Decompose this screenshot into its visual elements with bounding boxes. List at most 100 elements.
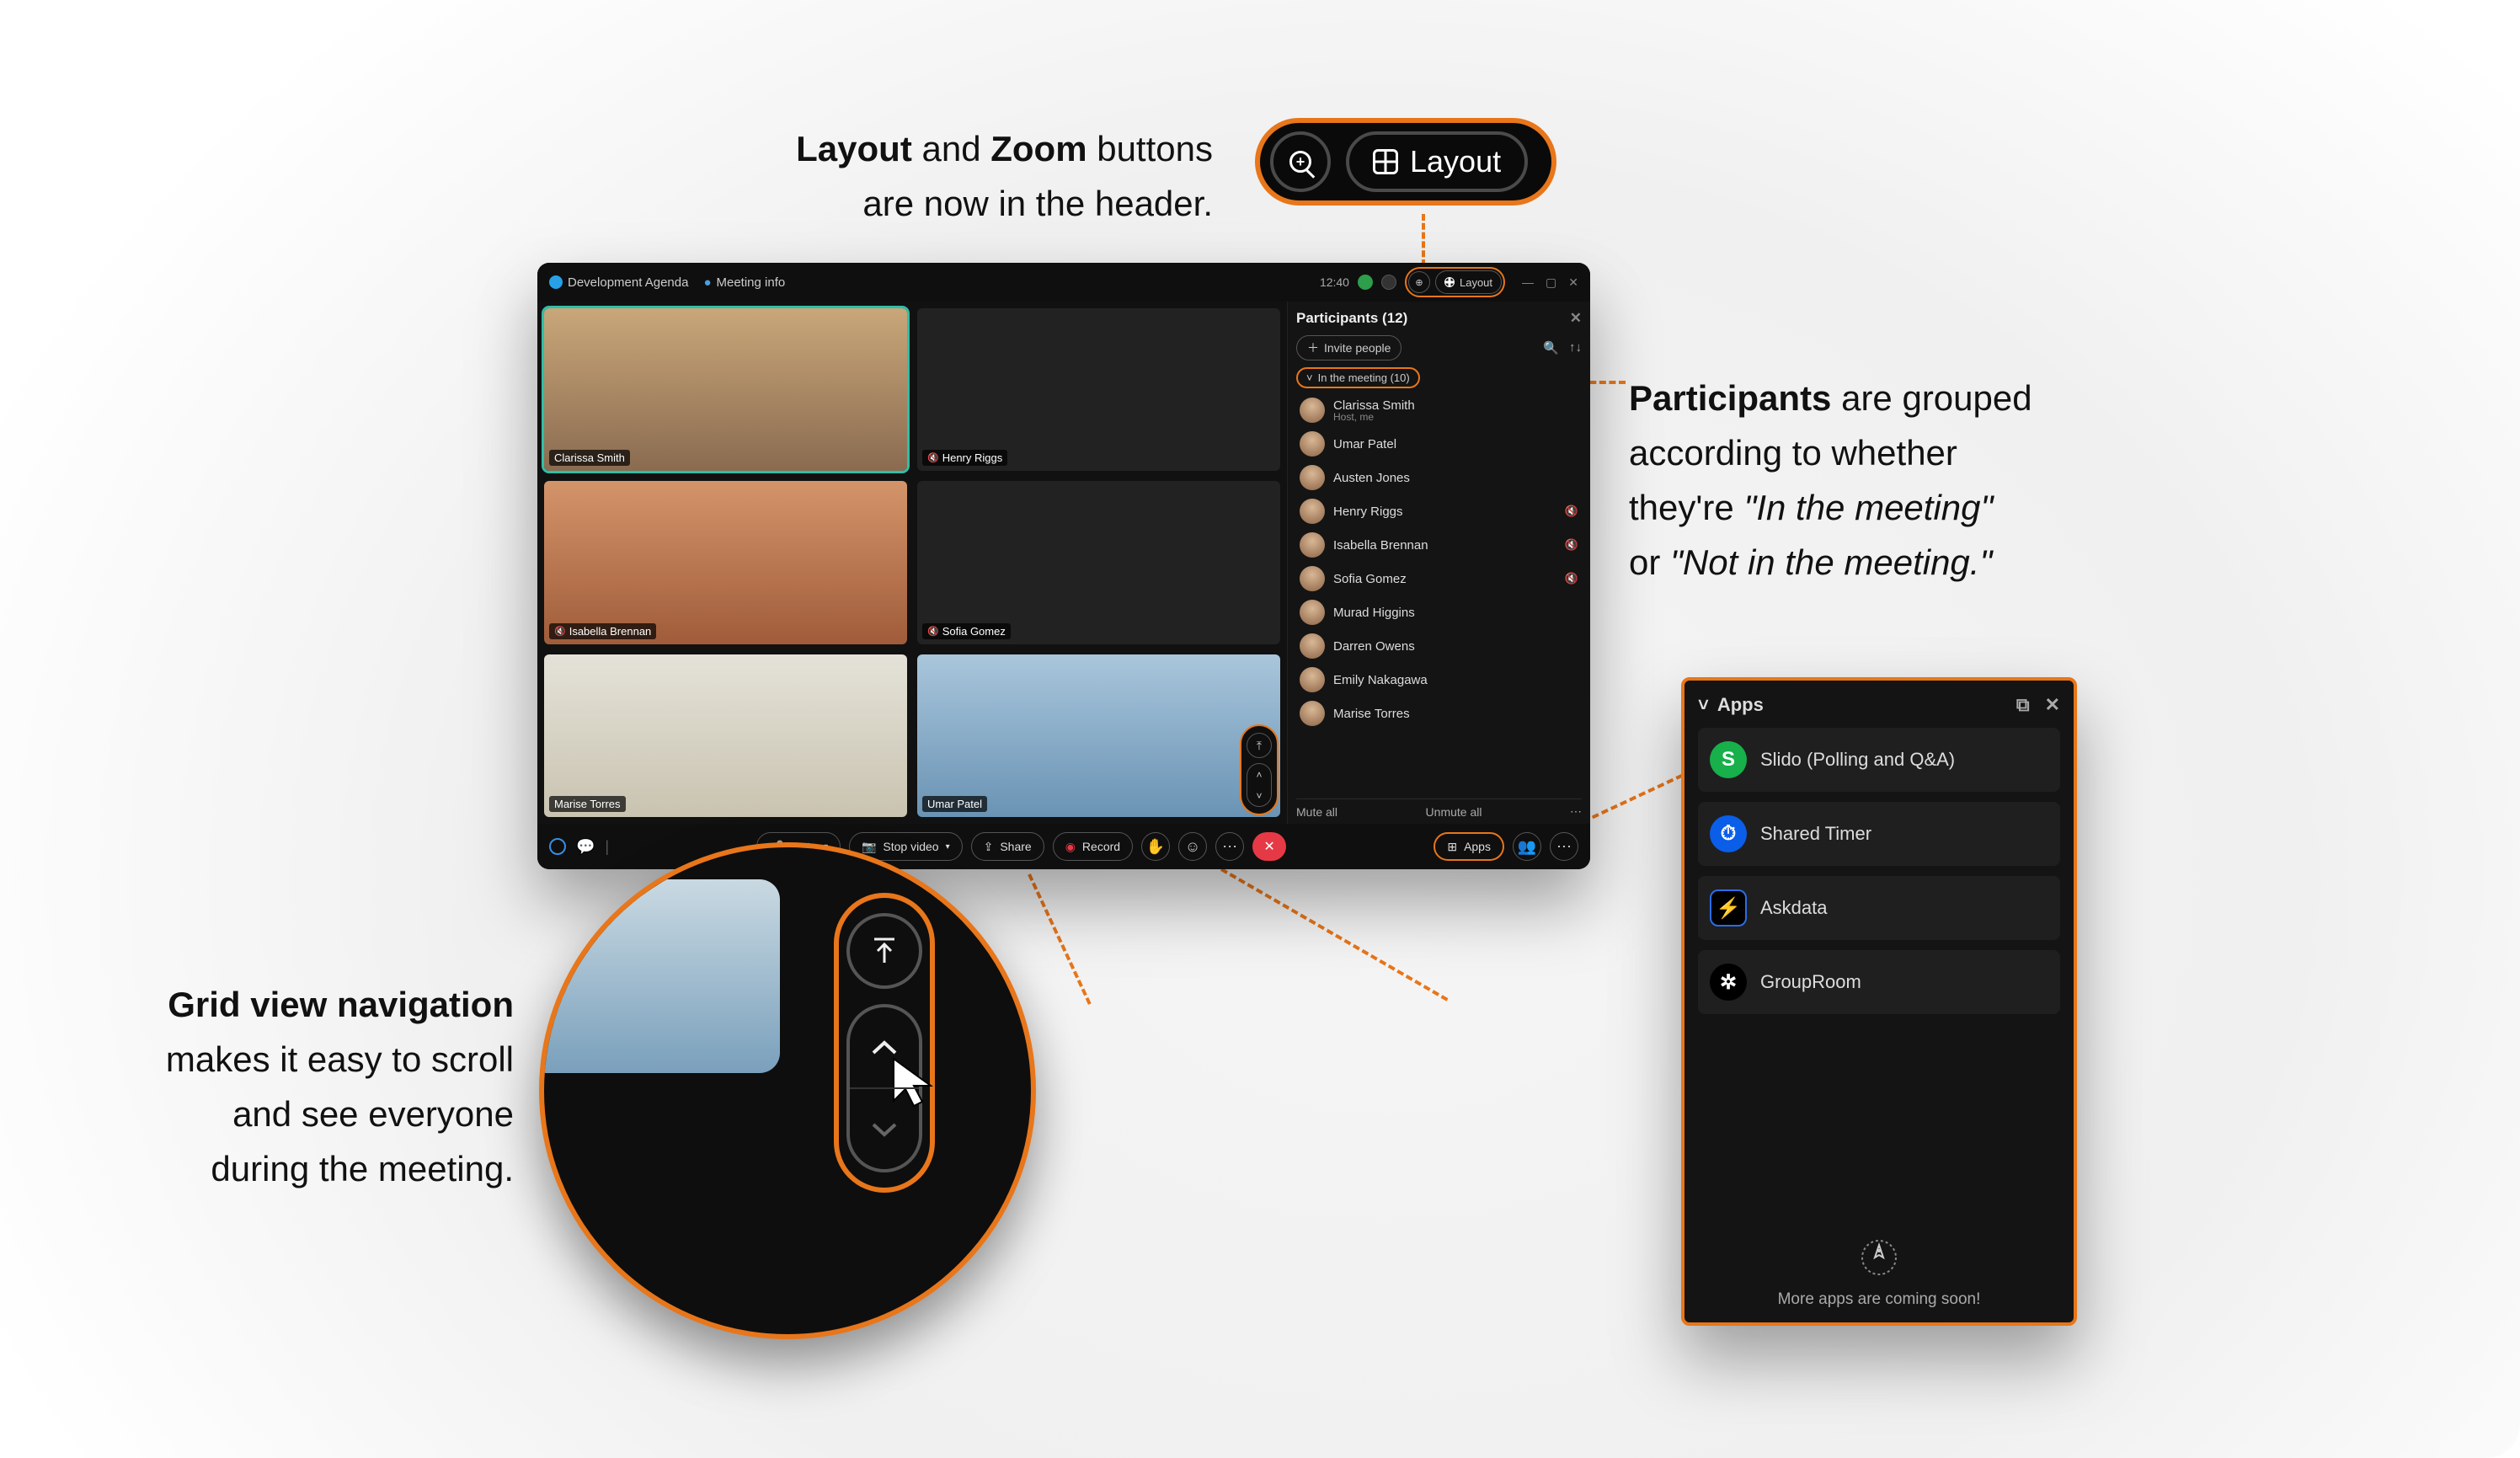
grid-nav-top-button[interactable]: ⤒ bbox=[1247, 733, 1272, 758]
muted-icon: 🔇 bbox=[1565, 505, 1578, 518]
app-item-label: Askdata bbox=[1760, 897, 1828, 919]
participant-row[interactable]: Henry Riggs🔇 bbox=[1296, 494, 1582, 528]
participant-row[interactable]: Darren Owens bbox=[1296, 629, 1582, 663]
app-icon: ✲ bbox=[1710, 964, 1747, 1001]
layout-zoom-group: ⊕ Layout bbox=[1405, 267, 1505, 297]
participant-sublabel: Host, me bbox=[1333, 411, 1578, 423]
participant-row[interactable]: Austen Jones bbox=[1296, 461, 1582, 494]
minimize-icon[interactable]: — bbox=[1522, 275, 1534, 290]
annotation-participants: Participants are grouped according to wh… bbox=[1629, 371, 2202, 590]
avatar bbox=[1300, 398, 1325, 423]
in-meeting-group-header[interactable]: ˅In the meeting (10) bbox=[1296, 367, 1420, 388]
apps-panel-title: Apps bbox=[1717, 694, 1764, 716]
participants-toggle-button[interactable]: 👥 bbox=[1513, 832, 1541, 861]
layout-button-header[interactable]: Layout bbox=[1435, 270, 1502, 294]
layout-button[interactable]: Layout bbox=[1346, 131, 1528, 192]
apps-button[interactable]: ⊞Apps bbox=[1434, 832, 1504, 861]
grid-nav-down-button[interactable]: ˅ bbox=[1247, 785, 1271, 806]
reactions-button[interactable]: ☺ bbox=[1178, 832, 1207, 861]
hand-icon: ✋ bbox=[1146, 838, 1165, 856]
self-view-icon[interactable] bbox=[549, 838, 566, 855]
video-tile[interactable]: Umar Patel bbox=[917, 654, 1280, 817]
close-icon[interactable]: ✕ bbox=[1568, 275, 1578, 290]
zoom-in-button-header[interactable]: ⊕ bbox=[1408, 271, 1430, 293]
participant-name: Sofia Gomez bbox=[1333, 572, 1556, 586]
grid-nav-up-button[interactable]: ˄ bbox=[1247, 764, 1271, 785]
participant-row[interactable]: Sofia Gomez 🔇 bbox=[1296, 562, 1582, 595]
app-item[interactable]: ⏱ Shared Timer bbox=[1698, 802, 2060, 866]
muted-icon: 🔇 bbox=[554, 626, 566, 637]
grid-nav-down-button-enlarged[interactable] bbox=[850, 1087, 919, 1169]
participant-row[interactable]: Isabella Brennan🔇 bbox=[1296, 528, 1582, 562]
sort-participants-icon[interactable]: ↑↓ bbox=[1569, 340, 1582, 355]
video-tile[interactable]: 🔇Isabella Brennan bbox=[544, 481, 907, 644]
participant-name-tag: 🔇Henry Riggs bbox=[922, 450, 1007, 466]
record-button[interactable]: ◉Record bbox=[1053, 832, 1133, 861]
video-tile[interactable]: Marise Torres bbox=[544, 654, 907, 817]
zoom-in-button[interactable]: + bbox=[1270, 131, 1331, 192]
close-icon[interactable]: ✕ bbox=[2045, 694, 2060, 716]
participant-name-tag: Umar Patel bbox=[922, 796, 987, 812]
muted-icon: 🔇 bbox=[1565, 572, 1578, 585]
participants-more-icon[interactable]: ⋯ bbox=[1570, 804, 1582, 819]
avatar bbox=[1300, 633, 1325, 659]
meeting-window: Development Agenda ●Meeting info 12:40 ⊕… bbox=[537, 263, 1590, 869]
muted-icon: 🔇 bbox=[927, 626, 939, 637]
annotation-layout-zoom: Layout and Zoom buttons are now in the h… bbox=[707, 121, 1213, 231]
meeting-title[interactable]: Development Agenda bbox=[549, 275, 688, 290]
end-call-button[interactable]: ✕ bbox=[1252, 832, 1286, 861]
participant-row[interactable]: Marise Torres bbox=[1296, 697, 1582, 730]
encryption-icon bbox=[1381, 275, 1396, 290]
invite-people-button[interactable]: ＋Invite people bbox=[1296, 335, 1401, 360]
video-tile[interactable]: 🔇Henry Riggs bbox=[917, 308, 1280, 471]
app-logo-icon bbox=[549, 275, 563, 289]
app-icon: S bbox=[1710, 741, 1747, 778]
video-tile[interactable]: Clarissa Smith bbox=[544, 308, 907, 471]
magnifier-plus-icon: ⊕ bbox=[1415, 277, 1423, 288]
grid-nav-top-button-enlarged[interactable] bbox=[846, 913, 922, 989]
chat-icon[interactable]: 💬 bbox=[576, 838, 595, 856]
annotation-gridnav: Grid view navigation makes it easy to sc… bbox=[34, 977, 514, 1196]
participant-name-tag: 🔇Isabella Brennan bbox=[549, 623, 656, 639]
chevron-down-icon: ˅ bbox=[1306, 371, 1313, 384]
avatar bbox=[1300, 667, 1325, 692]
unmute-all-button[interactable]: Unmute all bbox=[1426, 805, 1482, 819]
meeting-info-button[interactable]: ●Meeting info bbox=[703, 275, 785, 290]
participant-row[interactable]: Clarissa SmithHost, me bbox=[1296, 393, 1582, 427]
participant-name: Darren Owens bbox=[1333, 639, 1578, 654]
app-item[interactable]: ✲GroupRoom bbox=[1698, 950, 2060, 1014]
participant-row[interactable]: Umar Patel bbox=[1296, 427, 1582, 461]
magnifier-plus-icon: + bbox=[1289, 151, 1311, 173]
app-icon: ⏱ bbox=[1710, 815, 1747, 852]
close-panel-icon[interactable]: ✕ bbox=[1570, 310, 1582, 327]
app-item[interactable]: SSlido (Polling and Q&A) bbox=[1698, 728, 2060, 792]
avatar bbox=[1300, 465, 1325, 490]
raise-hand-button[interactable]: ✋ bbox=[1141, 832, 1170, 861]
participant-row[interactable]: Emily Nakagawa bbox=[1296, 663, 1582, 697]
more-options-button[interactable]: ⋯ bbox=[1215, 832, 1244, 861]
avatar bbox=[1300, 431, 1325, 457]
mute-all-button[interactable]: Mute all bbox=[1296, 805, 1337, 819]
search-participants-icon[interactable]: 🔍 bbox=[1543, 340, 1559, 355]
app-item-label: Shared Timer bbox=[1760, 823, 1871, 845]
participant-name: Umar Patel bbox=[1333, 437, 1578, 451]
popout-icon[interactable]: ⧉ bbox=[2016, 694, 2030, 716]
share-button[interactable]: ⇪Share bbox=[971, 832, 1044, 861]
participant-name: Emily Nakagawa bbox=[1333, 673, 1578, 687]
grid-nav-up-button-enlarged[interactable] bbox=[850, 1007, 919, 1087]
panel-more-button[interactable]: ⋯ bbox=[1550, 832, 1578, 861]
apps-panel: ˅ Apps ⧉ ✕ SSlido (Polling and Q&A) ⏱ Share… bbox=[1681, 677, 2077, 1326]
layout-zoom-pill-enlarged: + Layout bbox=[1255, 118, 1556, 206]
people-icon: 👥 bbox=[1518, 838, 1536, 856]
maximize-icon[interactable]: ▢ bbox=[1546, 275, 1556, 290]
smiley-icon: ☺ bbox=[1185, 838, 1200, 856]
participant-row[interactable]: Murad Higgins bbox=[1296, 595, 1582, 629]
avatar bbox=[1300, 701, 1325, 726]
add-person-icon: ＋ bbox=[1307, 339, 1319, 356]
video-tile[interactable]: 🔇Sofia Gomez bbox=[917, 481, 1280, 644]
app-item[interactable]: ⚡Askdata bbox=[1698, 876, 2060, 940]
chevron-down-icon bbox=[870, 1121, 899, 1138]
chevron-down-icon[interactable]: ˅ bbox=[1698, 694, 1709, 716]
clock-label: 12:40 bbox=[1320, 275, 1349, 289]
apps-icon: ⊞ bbox=[1447, 840, 1457, 854]
